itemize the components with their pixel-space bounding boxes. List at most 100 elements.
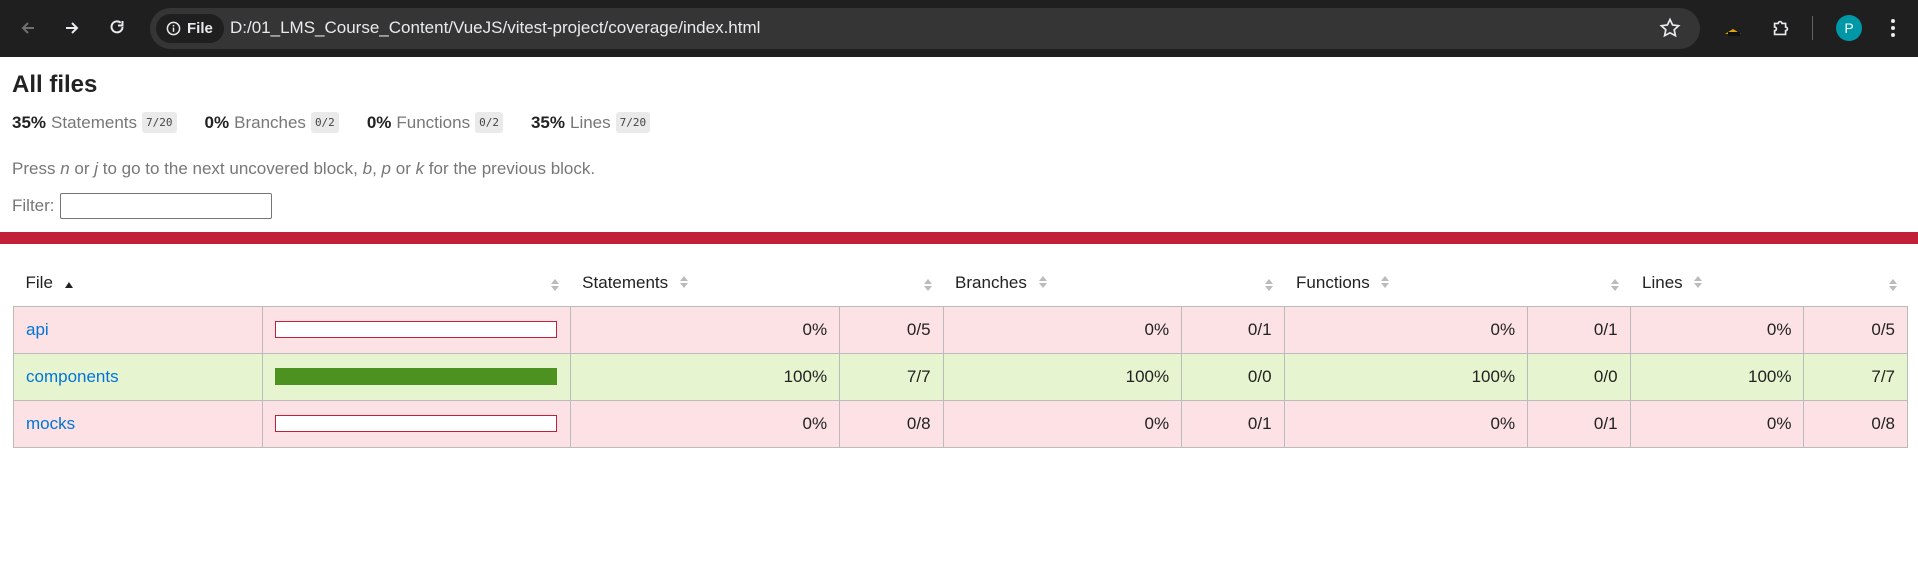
sort-icon [1038, 274, 1048, 294]
sort-icon [1610, 277, 1620, 297]
sort-icon [679, 274, 689, 294]
summary-label: Statements [51, 112, 138, 132]
table-row: mocks 0% 0/8 0% 0/1 0% 0/1 0% 0/8 [13, 399, 1908, 448]
hint-text: or [69, 159, 95, 178]
header-branches[interactable]: Branches [943, 262, 1182, 306]
file-cell: api [13, 305, 263, 354]
back-arrow-icon [21, 22, 34, 34]
page-title: All files [12, 71, 98, 98]
statements-pct: 0% [569, 399, 841, 448]
hint-key: b [362, 159, 373, 178]
statements-pct: 0% [569, 305, 841, 354]
summary-pct: 0% [366, 112, 392, 132]
summary-label: Functions [396, 112, 471, 132]
kebab-menu-icon [1891, 19, 1895, 37]
branches-pct: 0% [942, 305, 1183, 354]
sort-icon [923, 277, 933, 297]
branches-fraction: 0/1 [1181, 399, 1285, 448]
site-chip-label: File [187, 20, 213, 37]
sort-icon [1264, 277, 1274, 297]
forward-button[interactable] [58, 14, 86, 42]
table-row: components 100% 7/7 100% 0/0 100% 0/0 10… [13, 352, 1908, 401]
summary-statements: 35% Statements 7/20 [12, 112, 177, 133]
file-link[interactable]: components [26, 367, 119, 386]
header-label: Branches [955, 273, 1027, 293]
coverage-summary: 35% Statements 7/20 0% Branches 0/2 0% F… [12, 112, 1906, 133]
reload-button[interactable] [103, 14, 131, 42]
lines-pct: 100% [1629, 352, 1805, 401]
extension-button[interactable] [1720, 15, 1746, 41]
functions-pct: 0% [1283, 305, 1529, 354]
header-file-bar[interactable] [262, 262, 570, 306]
address-bar[interactable]: File D:/01_LMS_Course_Content/VueJS/vite… [150, 8, 1700, 49]
bookmark-star-button[interactable] [1658, 16, 1682, 45]
hint-text: , [372, 159, 382, 178]
header-label: Statements [582, 273, 669, 293]
filter-input[interactable] [59, 193, 272, 219]
lines-pct: 0% [1629, 399, 1805, 448]
hint-text: for the previous block. [424, 159, 596, 178]
toolbar-separator [1812, 16, 1813, 40]
header-file[interactable]: File [14, 262, 263, 306]
statements-fraction: 0/8 [839, 399, 944, 448]
functions-fraction: 0/1 [1527, 305, 1631, 354]
summary-fraction: 0/2 [475, 112, 503, 133]
header-statements-raw[interactable] [840, 262, 943, 306]
extension-app-icon [1725, 29, 1741, 36]
extensions-menu-button[interactable] [1768, 15, 1794, 41]
coverage-bar-cell [261, 352, 571, 401]
summary-label: Lines [570, 112, 611, 132]
reload-icon [110, 20, 124, 34]
profile-avatar[interactable]: P [1836, 15, 1862, 41]
coverage-bar [274, 415, 557, 432]
hint-text: or [391, 159, 416, 178]
summary-pct: 35% [12, 112, 47, 132]
branches-pct: 100% [942, 352, 1183, 401]
header-branches-raw[interactable] [1182, 262, 1284, 306]
summary-fraction: 0/2 [310, 112, 339, 133]
header-label: Functions [1296, 273, 1370, 293]
forward-arrow-icon [66, 22, 79, 34]
summary-branches: 0% Branches 0/2 [205, 112, 339, 133]
hint-text: to go to the next uncovered block, [98, 159, 363, 178]
hint-key: k [415, 159, 425, 178]
table-row: api 0% 0/5 0% 0/1 0% 0/1 0% 0/5 [13, 305, 1908, 354]
summary-functions: 0% Functions 0/2 [367, 112, 503, 133]
site-info-chip[interactable]: File [156, 14, 224, 43]
header-functions-raw[interactable] [1528, 262, 1630, 306]
lines-fraction: 7/7 [1803, 352, 1908, 401]
url-text[interactable]: D:/01_LMS_Course_Content/VueJS/vitest-pr… [230, 18, 760, 38]
header-lines-raw[interactable] [1804, 262, 1908, 306]
header-lines[interactable]: Lines [1630, 262, 1804, 306]
summary-lines: 35% Lines 7/20 [530, 112, 651, 133]
sort-icon [1380, 274, 1390, 294]
header-statements[interactable]: Statements [570, 262, 839, 306]
keyboard-hint: Press n or j to go to the next uncovered… [12, 159, 1906, 179]
hint-key: p [381, 159, 392, 178]
statements-fraction: 0/5 [839, 305, 944, 354]
branches-fraction: 0/1 [1181, 305, 1285, 354]
file-link[interactable]: api [26, 320, 49, 339]
file-link[interactable]: mocks [26, 414, 75, 433]
summary-fraction: 7/20 [142, 112, 177, 133]
branches-pct: 0% [942, 399, 1183, 448]
statements-fraction: 7/7 [839, 352, 944, 401]
puzzle-icon [1773, 20, 1789, 36]
browser-toolbar: File D:/01_LMS_Course_Content/VueJS/vite… [0, 0, 1918, 57]
functions-fraction: 0/1 [1527, 399, 1631, 448]
back-button[interactable] [14, 14, 42, 42]
file-cell: mocks [13, 399, 263, 448]
header-functions[interactable]: Functions [1284, 262, 1528, 306]
summary-label: Branches [234, 112, 306, 132]
summary-pct: 35% [530, 112, 565, 132]
coverage-status-line [0, 232, 1918, 244]
coverage-bar-cell [261, 399, 571, 448]
coverage-bar [274, 321, 557, 338]
coverage-bar-cell [261, 305, 571, 354]
browser-menu-button[interactable] [1880, 15, 1906, 41]
header-label: Lines [1642, 273, 1683, 293]
coverage-table: File Statements Branches Functions Lines… [13, 262, 1908, 448]
sort-asc-icon [64, 274, 74, 294]
lines-pct: 0% [1629, 305, 1805, 354]
lines-fraction: 0/8 [1803, 399, 1908, 448]
